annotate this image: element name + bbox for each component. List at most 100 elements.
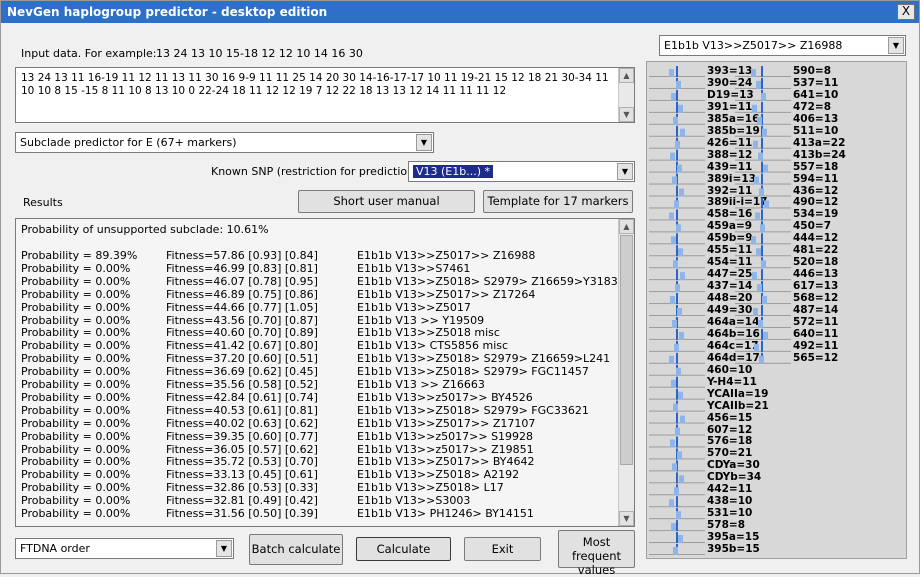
result-fitness: Fitness=40.02 [0.63] [0.62]: [166, 416, 318, 430]
most-frequent-button[interactable]: Most frequent values: [558, 530, 635, 577]
frequency-bar: [670, 296, 675, 305]
row-divider: [649, 315, 705, 316]
result-fitness: Fitness=32.81 [0.49] [0.42]: [166, 494, 318, 508]
row-divider: [649, 338, 705, 340]
marker-value: 448=20: [707, 292, 753, 305]
result-probability: Probability = 0.00%: [21, 442, 131, 456]
modal-value-line: [676, 293, 678, 305]
row-divider: [649, 183, 705, 185]
row-divider: [649, 255, 705, 257]
unsupported-probability: Probability of unsupported subclade: 10.…: [21, 223, 269, 236]
result-subclade: E1b1b V13>>Z5018 misc: [357, 326, 500, 340]
result-probability: Probability = 0.00%: [21, 300, 131, 314]
marker-value: 458=16: [707, 208, 753, 221]
predictor-select[interactable]: Subclade predictor for E (67+ markers) ▼: [15, 132, 434, 153]
result-subclade: E1b1b V13>>z5017>> S19928: [357, 429, 534, 443]
result-fitness: Fitness=42.84 [0.61] [0.74]: [166, 390, 318, 404]
row-divider: [649, 267, 705, 269]
modal-value-line: [676, 340, 678, 352]
scroll-down-icon[interactable]: ▼: [619, 511, 634, 526]
frequency-bar: [677, 451, 682, 460]
row-divider: [649, 374, 705, 376]
result-probability: Probability = 0.00%: [21, 507, 131, 520]
subclade-select[interactable]: E1b1b V13>>Z5017>> Z16988 ▼: [659, 35, 906, 56]
frequency-bar: [679, 331, 684, 340]
calculate-button[interactable]: Calculate: [356, 537, 451, 561]
snp-select[interactable]: V13 (E1b...) * ▼: [408, 161, 635, 182]
frequency-bar: [756, 248, 761, 257]
marker-value: 393=13: [707, 65, 753, 77]
marker-value: 454=11: [707, 256, 753, 269]
title-bar: NevGen haplogroup predictor - desktop ed…: [1, 1, 919, 23]
modal-value-line: [761, 221, 763, 233]
modal-value-line: [676, 233, 678, 245]
frequency-bar: [678, 391, 683, 400]
marker-value: Y-H4=11: [707, 375, 757, 388]
frequency-bar: [672, 463, 677, 472]
marker-input-area[interactable]: 13 24 13 11 16-19 11 12 11 13 11 30 16 9…: [15, 67, 635, 123]
frequency-bar: [752, 272, 757, 281]
marker-value: 640=11: [793, 327, 839, 340]
modal-value-line: [761, 269, 763, 281]
row-divider: [649, 482, 705, 484]
scroll-down-icon[interactable]: ▼: [619, 107, 634, 122]
modal-value-line: [676, 460, 678, 472]
modal-value-line: [676, 89, 678, 101]
modal-value-line: [761, 233, 763, 245]
frequency-bar: [680, 128, 685, 137]
result-subclade: E1b1b V13>>S7461: [357, 261, 471, 275]
modal-value-line: [761, 125, 763, 137]
chevron-down-icon[interactable]: ▼: [888, 37, 904, 54]
order-select[interactable]: FTDNA order ▼: [15, 538, 234, 559]
modal-value-line: [761, 137, 763, 149]
modal-value-line: [676, 185, 678, 197]
result-subclade: E1b1b V13>>Z5018> S2979> FGC33621: [357, 403, 589, 417]
frequency-bar: [676, 511, 681, 520]
result-probability: Probability = 0.00%: [21, 403, 131, 417]
frequency-bar: [758, 152, 763, 161]
marker-value: YCAIIb=21: [707, 399, 769, 412]
batch-calculate-button[interactable]: Batch calculate: [249, 534, 343, 565]
result-probability: Probability = 0.00%: [21, 326, 131, 340]
marker-value: 439=11: [707, 160, 753, 173]
exit-button[interactable]: Exit: [464, 537, 541, 561]
row-divider: [649, 458, 705, 460]
result-probability: Probability = 0.00%: [21, 378, 131, 391]
result-subclade: E1b1b V13>>z5017>> BY4526: [357, 390, 533, 404]
modal-value-line: [676, 448, 678, 460]
scroll-thumb[interactable]: [620, 235, 633, 465]
marker-value: 617=13: [793, 280, 839, 293]
marker-value: D19=13: [707, 88, 754, 101]
chevron-down-icon[interactable]: ▼: [216, 540, 232, 557]
frequency-bar: [680, 415, 685, 424]
frequency-bar: [759, 188, 764, 197]
scroll-up-icon[interactable]: ▲: [619, 219, 634, 234]
marker-value: 437=14: [707, 280, 753, 293]
close-button[interactable]: X: [897, 4, 915, 20]
input-example: 13 24 13 10 15-18 12 12 10 14 16 30: [156, 47, 363, 60]
modal-value-line: [761, 161, 763, 173]
marker-value: 460=10: [707, 363, 753, 376]
input-scrollbar[interactable]: ▲ ▼: [618, 68, 634, 122]
frequency-bar: [679, 188, 684, 197]
marker-value: 413a=22: [793, 136, 846, 149]
marker-value: 464b=16: [707, 327, 760, 340]
template-button[interactable]: Template for 17 markers: [483, 190, 633, 213]
result-probability: Probability = 0.00%: [21, 494, 131, 508]
row-divider: [649, 219, 705, 221]
scroll-up-icon[interactable]: ▲: [619, 68, 634, 83]
result-fitness: Fitness=37.20 [0.60] [0.51]: [166, 352, 318, 366]
result-fitness: Fitness=57.86 [0.93] [0.84]: [166, 249, 318, 262]
result-subclade: E1b1b V13>>Z5018> S2979> Z16659>Y3183: [357, 274, 618, 288]
chevron-down-icon[interactable]: ▼: [617, 163, 633, 180]
chevron-down-icon[interactable]: ▼: [416, 134, 432, 151]
result-subclade: E1b1b V13>>Z5017>> Z16988: [357, 249, 536, 262]
short-manual-button[interactable]: Short user manual: [298, 190, 475, 213]
modal-value-line: [676, 197, 678, 209]
result-subclade: E1b1b V13>>Z5017: [357, 300, 471, 314]
frequency-bar: [677, 164, 682, 173]
marker-value: 590=8: [793, 65, 832, 77]
modal-value-line: [676, 245, 678, 257]
marker-value: 464a=14: [707, 315, 760, 328]
results-scrollbar[interactable]: ▲ ▼: [618, 219, 634, 526]
